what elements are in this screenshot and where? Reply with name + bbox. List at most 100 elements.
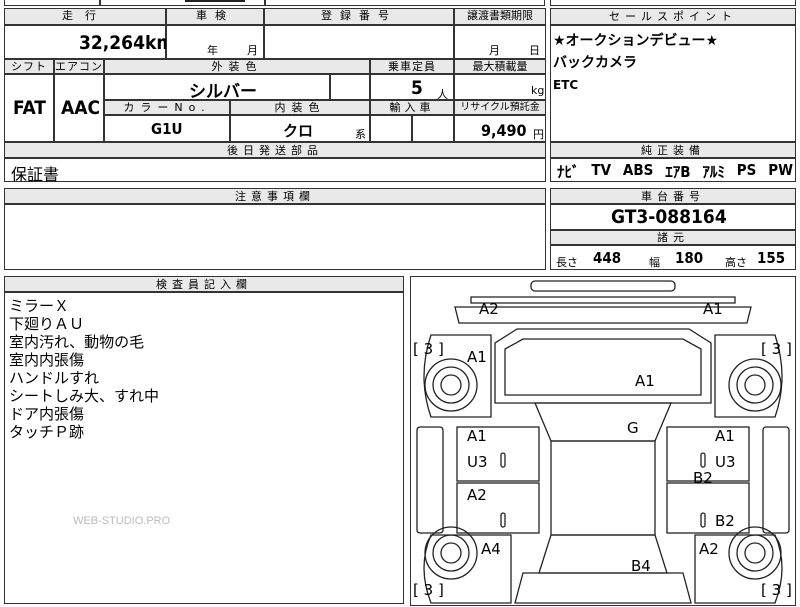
sales-point-3: ETC	[553, 78, 579, 92]
equip-ps: PS	[736, 161, 757, 179]
roof	[550, 440, 656, 536]
code-left-front-door-1: A1	[467, 427, 487, 445]
interior-color-cell: クロ 系	[230, 115, 370, 142]
seats-cell: 5 人	[370, 74, 454, 101]
color-no-label: カラーNo.	[104, 100, 230, 115]
interior-color-suffix: 系	[355, 128, 366, 141]
mileage-cell: 32,264 km	[4, 25, 174, 59]
tire-rear-right-value: [ 3 ]	[761, 581, 792, 599]
code-front-left-corner: A2	[479, 300, 499, 318]
right-sill	[762, 426, 790, 534]
interior-color-value: クロ	[283, 122, 314, 140]
length-label: 長さ	[556, 256, 578, 269]
top-clipped-strip	[0, 0, 800, 7]
sales-points-area: ★オークションデビュー★ バックカメラ ETC	[550, 25, 796, 142]
dimensions-cell: 長さ 448 幅 180 高さ 155	[550, 245, 796, 270]
inspection-cell: 年 月	[166, 25, 264, 59]
code-left-rear-door: A2	[467, 486, 487, 504]
transfer-deadline-label: 譲渡書類期限	[454, 8, 546, 25]
sales-point-2: バックカメラ	[553, 55, 637, 71]
code-right-rear-door: B2	[715, 512, 735, 530]
color-no-value: G1U	[151, 120, 183, 138]
inspector-line-8: タッチＰ跡	[9, 423, 85, 441]
recycle-cell: 9,490 円	[454, 115, 546, 142]
right-rear-door	[666, 482, 750, 534]
seats-label: 乗車定員	[370, 59, 454, 74]
equip-airbag: ｴｱB	[665, 163, 691, 181]
code-left-front-door-2: U3	[467, 453, 488, 471]
recycle-label: リサイクル預託金	[454, 100, 546, 115]
inspector-area: ミラーＸ 下廻りＡＵ 室内汚れ、動物の毛 室内内張傷 ハンドルすれ シートしみ大…	[4, 292, 404, 604]
mileage-label: 走行	[4, 8, 166, 25]
code-left-rear-fender: A4	[481, 540, 501, 558]
later-parts-cell: 保証書	[4, 158, 546, 184]
max-load-label: 最大積載量	[454, 59, 546, 74]
dimensions-header: 諸元	[550, 230, 796, 245]
tire-front-left-value: [ 3 ]	[413, 340, 444, 358]
height-value: 155	[757, 249, 786, 267]
registration-label: 登録番号	[264, 8, 454, 25]
transfer-day: 日	[529, 44, 540, 57]
equip-abs: ABS	[622, 161, 654, 179]
code-right-front-door-1: A1	[715, 427, 735, 445]
exterior-color-extra	[330, 74, 370, 100]
color-no-cell: G1U	[104, 115, 230, 142]
notes-area	[4, 204, 546, 270]
code-right-front-door-2: U3	[715, 453, 736, 471]
chassis-number: GT3-088164	[611, 206, 727, 228]
inspection-month: 月	[247, 44, 258, 57]
tire-front-right-value: [ 3 ]	[761, 340, 792, 358]
max-load-cell: kg	[454, 74, 546, 100]
standard-equipment-header: 純正装備	[550, 142, 796, 158]
recycle-value: 9,490	[481, 121, 527, 140]
shift-cell: FAT	[4, 74, 54, 142]
later-parts-value: 保証書	[11, 165, 60, 184]
sales-point-1: ★オークションデビュー★	[553, 33, 719, 49]
exterior-color-cell: シルバー	[104, 74, 330, 102]
code-right-pillar: B2	[693, 469, 713, 487]
later-parts-header: 後日発送部品	[4, 142, 546, 158]
left-sill	[416, 426, 444, 534]
equip-tv: TV	[591, 161, 612, 179]
shift-value: FAT	[13, 97, 46, 119]
load-unit: kg	[531, 84, 545, 97]
car-diagram-panel: A2 A1 A1 A1 G A1 U3 A1 U3 B2 A2 B2 A4 A2…	[410, 276, 796, 606]
code-hood: A1	[635, 372, 655, 390]
length-value: 448	[593, 249, 622, 267]
standard-equipment-area: ﾅﾋﾞ TV ABS ｴｱB ｱﾙﾐ PS PW	[550, 158, 796, 182]
code-left-fender: A1	[467, 348, 487, 366]
windshield	[534, 402, 672, 442]
code-trunk: B4	[631, 557, 651, 575]
code-windshield: G	[627, 419, 639, 437]
shift-label: シフト	[4, 59, 54, 74]
equip-alloy: ｱﾙﾐ	[702, 163, 725, 181]
transfer-deadline-cell: 月 日	[454, 25, 546, 59]
aircon-value: AAC	[61, 97, 101, 119]
tire-rear-right	[728, 526, 782, 580]
import-cell-1	[370, 115, 412, 142]
code-front-right-corner: A1	[703, 300, 723, 318]
front-bumper	[470, 296, 736, 304]
mileage-value: 32,264	[79, 32, 145, 54]
width-value: 180	[675, 249, 704, 267]
standard-equipment-list: ﾅﾋﾞ TV ABS ｴｱB ｱﾙﾐ PS PW	[557, 161, 793, 182]
sales-points-header: セールスポイント	[550, 8, 796, 25]
exterior-color-value: シルバー	[189, 82, 257, 102]
registration-cell	[264, 25, 454, 59]
import-label: 輸入車	[370, 100, 454, 115]
front-plate	[530, 280, 676, 292]
chassis-header: 車台番号	[550, 188, 796, 204]
tire-rear-left	[424, 526, 478, 580]
width-label: 幅	[649, 256, 660, 269]
equip-pw: PW	[768, 161, 793, 179]
trunk	[514, 572, 692, 604]
hood	[494, 328, 712, 404]
exterior-color-label: 外装色	[104, 59, 370, 74]
transfer-month: 月	[489, 44, 500, 57]
import-cell-2	[412, 115, 454, 142]
inspector-header: 検査員記入欄	[4, 276, 404, 292]
tire-front-right	[728, 358, 782, 412]
height-label: 高さ	[725, 256, 747, 269]
seats-value: 5	[411, 77, 423, 99]
tire-rear-left-value: [ 3 ]	[413, 581, 444, 599]
